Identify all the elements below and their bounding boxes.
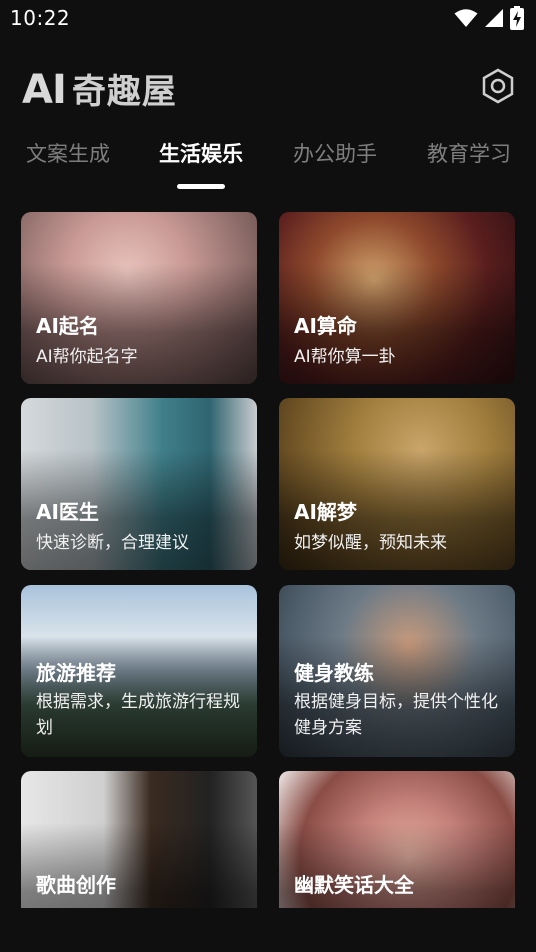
card-ai-doctor[interactable]: AI医生 快速诊断，合理建议 bbox=[21, 398, 257, 570]
card-title: 健身教练 bbox=[294, 661, 374, 685]
card-desc: AI帮你起名字 bbox=[36, 347, 138, 367]
category-tabs: 文案生成 生活娱乐 办公助手 教育学习 bbox=[0, 138, 536, 192]
status-time: 10:22 bbox=[10, 6, 71, 30]
app-header: AI 奇趣屋 bbox=[0, 54, 536, 118]
tab-office-assistant[interactable]: 办公助手 bbox=[293, 138, 377, 172]
logo-ai-text: AI bbox=[22, 67, 67, 113]
tab-life-entertainment[interactable]: 生活娱乐 bbox=[159, 138, 243, 172]
tab-education[interactable]: 教育学习 bbox=[427, 138, 511, 172]
settings-button[interactable] bbox=[478, 66, 518, 106]
feature-grid: AI起名 AI帮你起名字 AI算命 AI帮你算一卦 AI医生 快速诊断，合理建议… bbox=[0, 212, 536, 908]
card-desc: AI帮你算一卦 bbox=[294, 347, 396, 367]
card-ai-naming[interactable]: AI起名 AI帮你起名字 bbox=[21, 212, 257, 384]
bottom-area bbox=[0, 908, 536, 952]
card-fitness[interactable]: 健身教练 根据健身目标，提供个性化健身方案 bbox=[279, 585, 515, 757]
wifi-icon bbox=[454, 9, 478, 27]
card-title: 幽默笑话大全 bbox=[294, 873, 414, 897]
card-title: AI解梦 bbox=[294, 500, 357, 524]
cellular-signal-icon bbox=[485, 9, 503, 27]
card-title: 歌曲创作 bbox=[36, 873, 116, 897]
card-title: AI医生 bbox=[36, 500, 99, 524]
card-desc: 如梦似醒，预知未来 bbox=[294, 533, 447, 553]
card-song-writing[interactable]: 歌曲创作 bbox=[21, 771, 257, 908]
card-ai-fortune[interactable]: AI算命 AI帮你算一卦 bbox=[279, 212, 515, 384]
hexagon-gear-icon bbox=[482, 68, 514, 104]
card-jokes[interactable]: 幽默笑话大全 bbox=[279, 771, 515, 908]
logo-cn-text: 奇趣屋 bbox=[71, 72, 177, 112]
card-title: 旅游推荐 bbox=[36, 661, 116, 685]
app-logo: AI 奇趣屋 bbox=[22, 64, 177, 113]
card-travel[interactable]: 旅游推荐 根据需求，生成旅游行程规划 bbox=[21, 585, 257, 757]
card-ai-dream[interactable]: AI解梦 如梦似醒，预知未来 bbox=[279, 398, 515, 570]
card-title: AI起名 bbox=[36, 314, 99, 338]
status-icons bbox=[454, 6, 524, 30]
card-desc: 根据健身目标，提供个性化健身方案 bbox=[294, 692, 498, 738]
status-bar: 10:22 bbox=[0, 0, 536, 36]
active-tab-indicator bbox=[177, 184, 225, 189]
card-desc: 快速诊断，合理建议 bbox=[36, 533, 189, 553]
card-desc: 根据需求，生成旅游行程规划 bbox=[36, 692, 240, 738]
card-title: AI算命 bbox=[294, 314, 357, 338]
tab-copywriting[interactable]: 文案生成 bbox=[26, 138, 110, 172]
battery-charging-icon bbox=[510, 6, 524, 30]
